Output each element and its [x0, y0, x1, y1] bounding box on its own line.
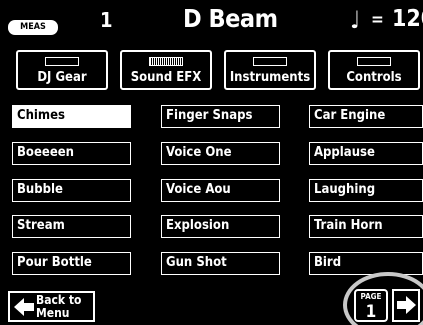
sound-button-car-engine[interactable]: Car Engine — [309, 105, 423, 128]
sound-button-boeeeen[interactable]: Boeeeen — [12, 142, 131, 165]
tab-label: Controls — [346, 70, 402, 85]
back-label-line2: Menu — [36, 306, 70, 320]
page-indicator: PAGE 1 — [354, 289, 388, 322]
back-to-menu-button[interactable]: Back to Menu — [8, 291, 95, 322]
tab-sound-efx[interactable]: Sound EFX — [120, 50, 212, 90]
page-number: 1 — [365, 302, 377, 322]
page-label: PAGE — [360, 292, 382, 301]
meas-label: MEAS — [8, 20, 58, 35]
tab-dj-gear[interactable]: DJ Gear — [16, 50, 108, 90]
tab-indicator — [45, 57, 79, 66]
sound-button-explosion[interactable]: Explosion — [161, 215, 280, 238]
sound-button-bird[interactable]: Bird — [309, 252, 423, 275]
tab-label: Sound EFX — [130, 70, 202, 85]
tab-indicator — [149, 57, 183, 66]
sound-button-finger-snaps[interactable]: Finger Snaps — [161, 105, 280, 128]
sound-button-chimes[interactable]: Chimes — [12, 105, 131, 128]
left-arrow-icon — [14, 298, 34, 316]
meas-value: 1 — [100, 8, 113, 32]
sound-button-bubble[interactable]: Bubble — [12, 179, 131, 202]
right-arrow-icon — [397, 296, 416, 314]
sound-button-voice-one[interactable]: Voice One — [161, 142, 280, 165]
quarter-note-icon: ♩ — [350, 6, 361, 34]
sound-button-train-horn[interactable]: Train Horn — [309, 215, 423, 238]
sound-button-applause[interactable]: Applause — [309, 142, 423, 165]
sound-button-stream[interactable]: Stream — [12, 215, 131, 238]
tempo-equals: = — [371, 10, 384, 30]
sound-button-laughing[interactable]: Laughing — [309, 179, 423, 202]
dbeam-screen: MEAS 1 D Beam ♩ = 120 DJ Gear Sound EFX … — [0, 0, 423, 325]
sound-button-pour-bottle[interactable]: Pour Bottle — [12, 252, 131, 275]
tab-label: DJ Gear — [37, 70, 87, 85]
back-to-menu-label: Back to Menu — [36, 294, 81, 320]
sound-button-voice-aou[interactable]: Voice Aou — [161, 179, 280, 202]
tab-controls[interactable]: Controls — [328, 50, 420, 90]
tab-indicator — [357, 57, 391, 66]
tab-label: Instruments — [229, 70, 311, 85]
tempo-value: 120 — [392, 6, 423, 32]
tab-indicator — [253, 57, 287, 66]
sound-button-gun-shot[interactable]: Gun Shot — [161, 252, 280, 275]
next-page-button[interactable] — [392, 289, 420, 322]
page-title: D Beam — [183, 4, 278, 33]
tab-instruments[interactable]: Instruments — [224, 50, 316, 90]
